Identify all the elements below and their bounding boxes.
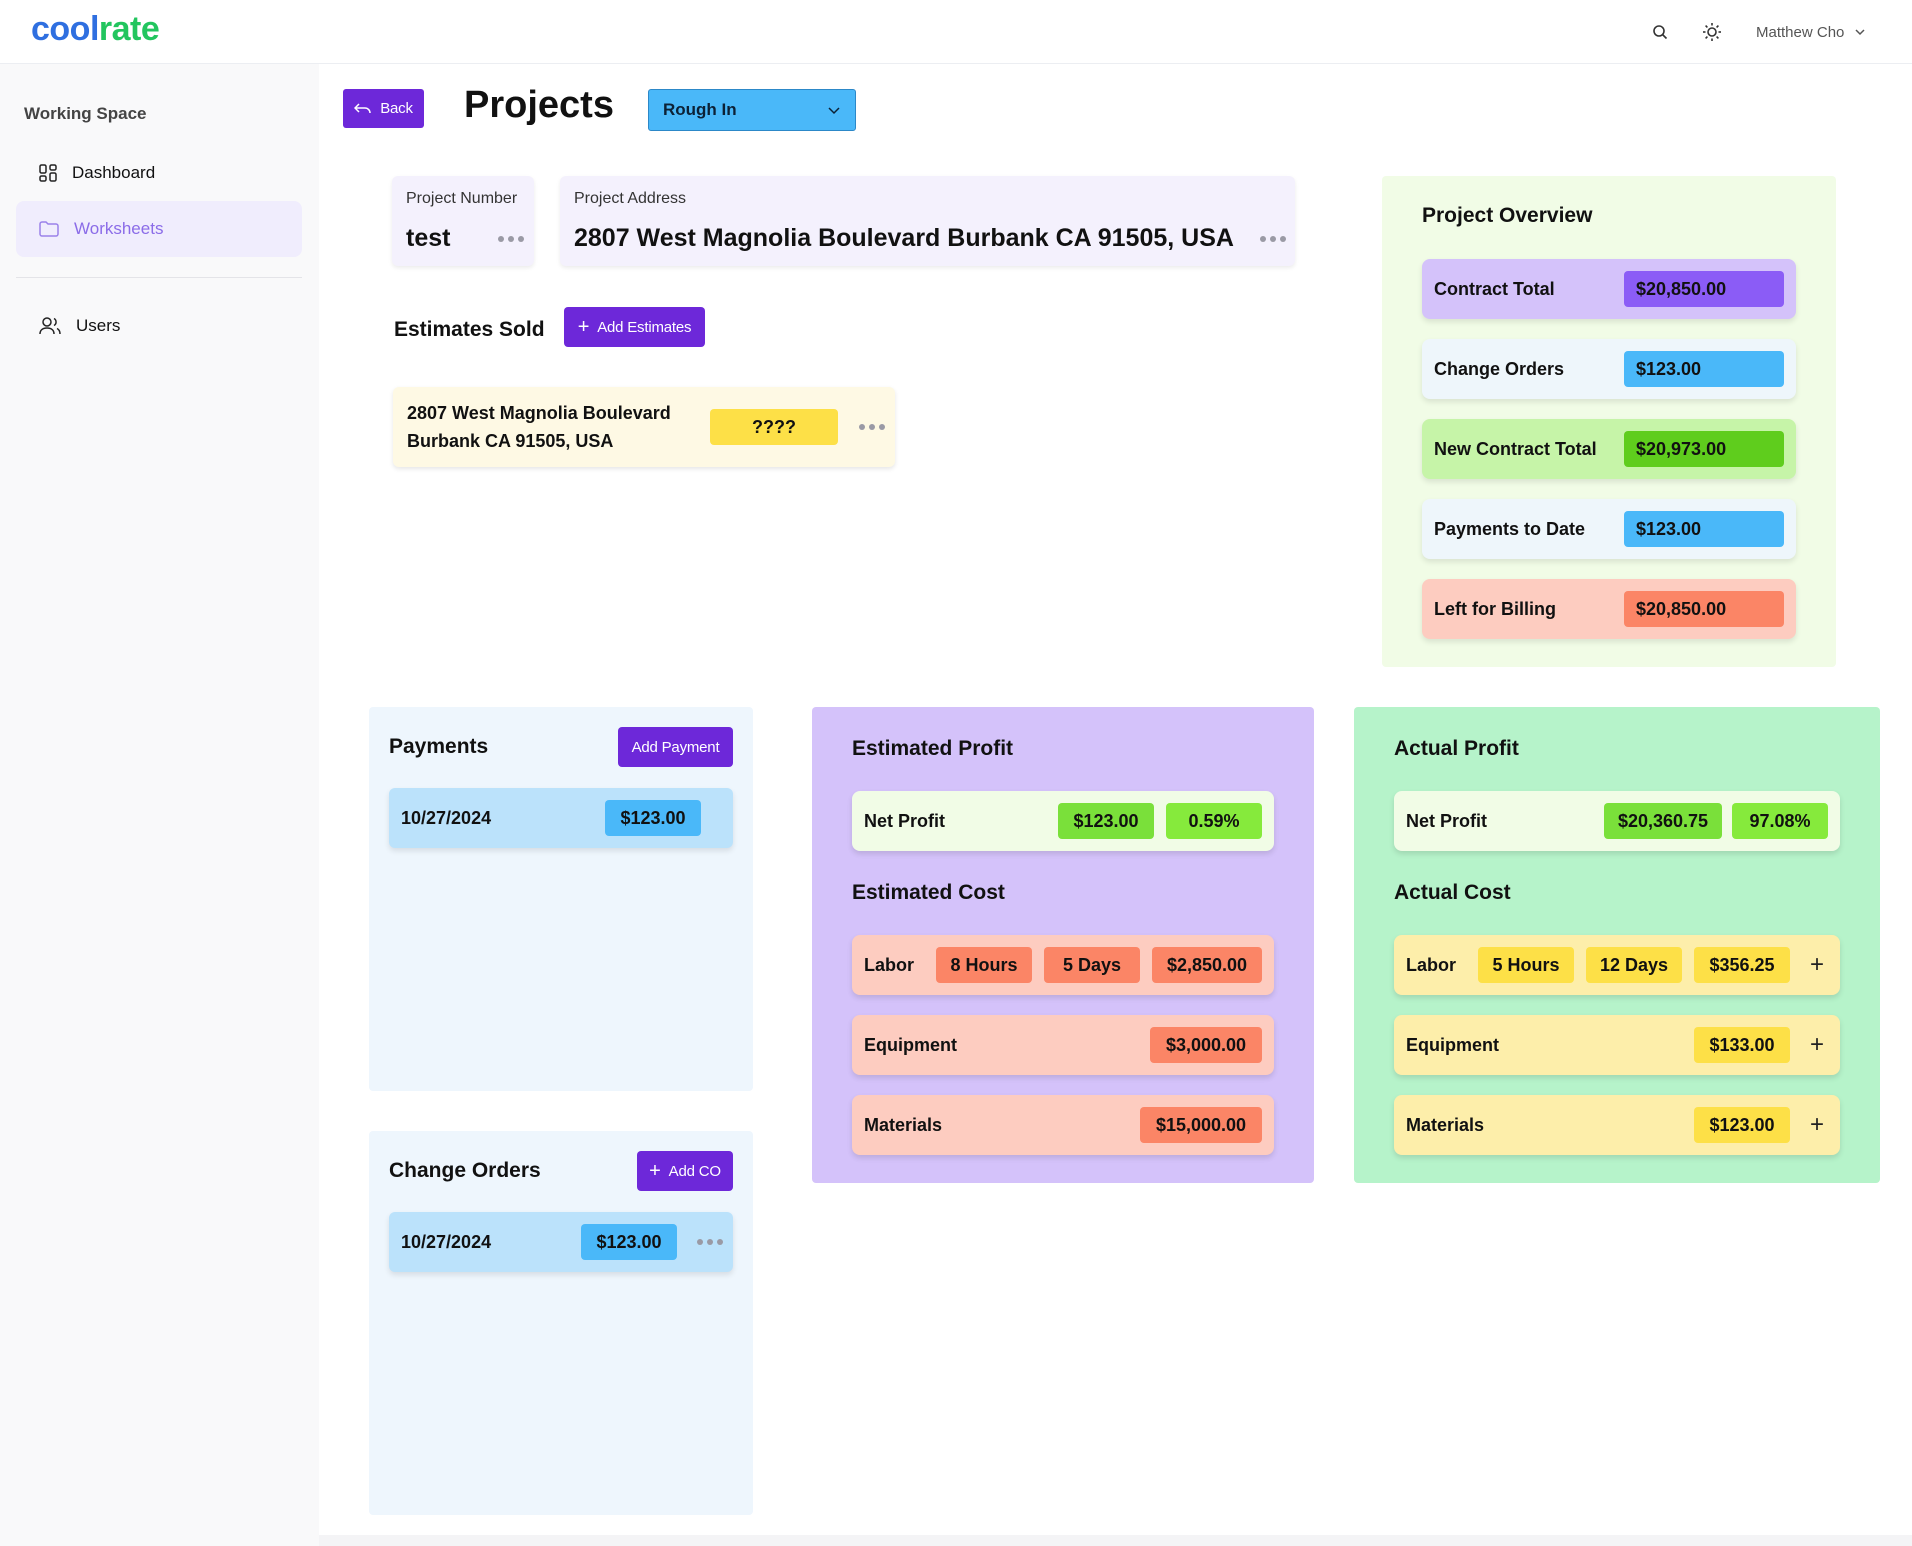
- status-select-value: Rough In: [663, 100, 737, 119]
- sidebar-item-worksheets[interactable]: Worksheets: [16, 201, 302, 257]
- actual-labor-hours: 5 Hours: [1478, 947, 1574, 983]
- actual-net-profit-row: Net Profit $20,360.75 97.08%: [1394, 791, 1840, 851]
- add-equipment-plus-icon[interactable]: +: [1810, 1015, 1824, 1075]
- estimate-address: 2807 West Magnolia Boulevard Burbank CA …: [407, 403, 671, 451]
- estimated-profit-title: Estimated Profit: [852, 737, 1014, 760]
- sidebar-item-users[interactable]: Users: [16, 298, 302, 354]
- estimated-labor-days: 5 Days: [1044, 947, 1140, 983]
- change-orders-title: Change Orders: [389, 1159, 541, 1182]
- estimate-item[interactable]: 2807 West Magnolia Boulevard Burbank CA …: [393, 387, 895, 467]
- project-number-more-icon[interactable]: [498, 236, 524, 242]
- plus-icon: +: [649, 1160, 661, 1182]
- change-order-more-icon[interactable]: [697, 1239, 723, 1245]
- overview-new-contract-total-row: New Contract Total $20,973.00: [1422, 419, 1796, 479]
- payments-panel: Payments Add Payment 10/27/2024 $123.00: [369, 707, 753, 1091]
- project-address-label: Project Address: [574, 190, 687, 207]
- change-orders-panel: Change Orders + Add CO 10/27/2024 $123.0…: [369, 1131, 753, 1515]
- estimated-cost-title: Estimated Cost: [852, 881, 1005, 904]
- estimated-materials-row: Materials $15,000.00: [852, 1095, 1274, 1155]
- actual-labor-days: 12 Days: [1586, 947, 1682, 983]
- folder-icon: [39, 221, 59, 237]
- status-select[interactable]: Rough In: [648, 89, 856, 131]
- actual-materials-row: Materials $123.00 +: [1394, 1095, 1840, 1155]
- payment-date: 10/27/2024: [401, 808, 492, 828]
- overview-change-orders-row: Change Orders $123.00: [1422, 339, 1796, 399]
- project-address-value: 2807 West Magnolia Boulevard Burbank CA …: [574, 224, 1234, 252]
- sidebar-section-title: Working Space: [24, 104, 147, 123]
- theme-toggle-sun-icon[interactable]: [1700, 20, 1724, 44]
- project-number-value: test: [406, 224, 451, 252]
- payments-title: Payments: [389, 735, 489, 758]
- sidebar-divider: [16, 277, 302, 278]
- overview-payments-to-date-row: Payments to Date $123.00: [1422, 499, 1796, 559]
- change-order-amount: $123.00: [581, 1224, 677, 1260]
- overview-payments-to-date-value: $123.00: [1624, 511, 1784, 547]
- page-bottom-edge: [319, 1535, 1912, 1546]
- actual-labor-row: Labor 5 Hours 12 Days $356.25 +: [1394, 935, 1840, 995]
- actual-panel: Actual Profit Net Profit $20,360.75 97.0…: [1354, 707, 1880, 1183]
- project-address-more-icon[interactable]: [1260, 236, 1286, 242]
- estimates-sold-title: Estimates Sold: [394, 318, 545, 341]
- estimated-net-profit-percent: 0.59%: [1166, 803, 1262, 839]
- project-address-card: Project Address 2807 West Magnolia Boule…: [560, 176, 1295, 266]
- add-change-order-button[interactable]: + Add CO: [637, 1151, 733, 1191]
- estimated-net-profit-value: $123.00: [1058, 803, 1154, 839]
- overview-change-orders-value: $123.00: [1624, 351, 1784, 387]
- payment-item[interactable]: 10/27/2024 $123.00: [389, 788, 733, 848]
- estimated-equipment-value: $3,000.00: [1150, 1027, 1262, 1063]
- dashboard-grid-icon: [39, 164, 57, 182]
- sidebar-item-label: Worksheets: [74, 219, 164, 238]
- user-menu[interactable]: Matthew Cho: [1756, 20, 1866, 44]
- overview-left-for-billing-value: $20,850.00: [1624, 591, 1784, 627]
- actual-equipment-value: $133.00: [1694, 1027, 1790, 1063]
- estimated-net-profit-row: Net Profit $123.00 0.59%: [852, 791, 1274, 851]
- sidebar: Working Space Dashboard Worksheets Users: [0, 64, 319, 1546]
- user-name: Matthew Cho: [1756, 23, 1845, 41]
- estimated-materials-value: $15,000.00: [1140, 1107, 1262, 1143]
- add-materials-plus-icon[interactable]: +: [1810, 1095, 1824, 1155]
- estimated-labor-row: Labor 8 Hours 5 Days $2,850.00: [852, 935, 1274, 995]
- project-overview-title: Project Overview: [1422, 204, 1593, 227]
- estimated-panel: Estimated Profit Net Profit $123.00 0.59…: [812, 707, 1314, 1183]
- overview-contract-total-value: $20,850.00: [1624, 271, 1784, 307]
- estimated-labor-hours: 8 Hours: [936, 947, 1032, 983]
- actual-profit-title: Actual Profit: [1394, 737, 1519, 760]
- estimated-equipment-row: Equipment $3,000.00: [852, 1015, 1274, 1075]
- chevron-down-icon: [828, 106, 840, 114]
- back-button[interactable]: Back: [343, 89, 424, 128]
- sidebar-item-label: Users: [76, 316, 121, 335]
- project-overview-panel: Project Overview Contract Total $20,850.…: [1382, 176, 1836, 667]
- sidebar-item-dashboard[interactable]: Dashboard: [16, 145, 302, 201]
- payment-amount: $123.00: [605, 800, 701, 836]
- chevron-down-icon: [1855, 29, 1865, 36]
- project-number-card: Project Number test: [392, 176, 534, 266]
- app-logo[interactable]: coolrate: [31, 10, 160, 49]
- add-labor-plus-icon[interactable]: +: [1810, 935, 1824, 995]
- back-arrow-icon: [354, 102, 371, 113]
- overview-new-contract-total-value: $20,973.00: [1624, 431, 1784, 467]
- estimate-more-icon[interactable]: [859, 424, 885, 430]
- actual-labor-value: $356.25: [1694, 947, 1790, 983]
- actual-cost-title: Actual Cost: [1394, 881, 1511, 904]
- overview-contract-total-row: Contract Total $20,850.00: [1422, 259, 1796, 319]
- actual-equipment-row: Equipment $133.00 +: [1394, 1015, 1840, 1075]
- estimate-badge: ????: [710, 409, 838, 445]
- change-order-item[interactable]: 10/27/2024 $123.00: [389, 1212, 733, 1272]
- overview-left-for-billing-row: Left for Billing $20,850.00: [1422, 579, 1796, 639]
- search-icon[interactable]: [1648, 20, 1672, 44]
- project-number-label: Project Number: [406, 190, 518, 207]
- actual-materials-value: $123.00: [1694, 1107, 1790, 1143]
- users-icon: [39, 317, 61, 335]
- plus-icon: +: [577, 316, 590, 338]
- actual-net-profit-percent: 97.08%: [1732, 803, 1828, 839]
- estimated-labor-value: $2,850.00: [1152, 947, 1262, 983]
- actual-net-profit-value: $20,360.75: [1604, 803, 1722, 839]
- change-order-date: 10/27/2024: [401, 1232, 492, 1252]
- sidebar-item-label: Dashboard: [72, 163, 156, 182]
- add-estimates-button[interactable]: + Add Estimates: [564, 307, 705, 347]
- top-bar: coolrate Matthew Cho: [0, 0, 1912, 64]
- add-payment-button[interactable]: Add Payment: [618, 727, 733, 767]
- page-title: Projects: [464, 84, 614, 126]
